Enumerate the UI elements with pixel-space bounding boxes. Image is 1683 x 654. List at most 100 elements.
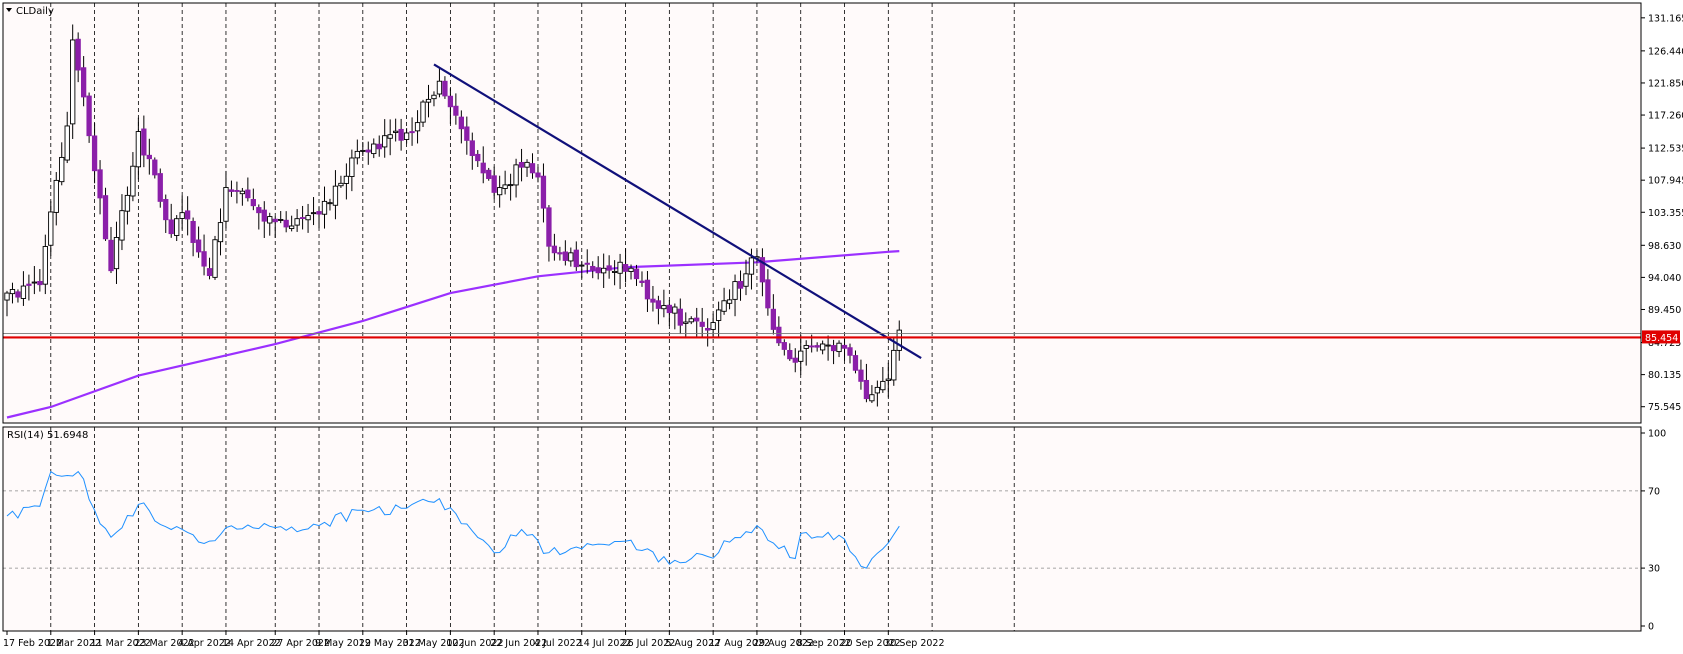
candle-body-down — [655, 300, 662, 309]
candle-body-down — [469, 140, 475, 156]
price-tag-text: 85.454 — [1645, 333, 1678, 344]
candle-body-up — [223, 187, 229, 222]
candle-body-down — [475, 153, 481, 162]
candle-body-up — [288, 225, 295, 229]
candle-body-up — [174, 218, 180, 236]
candle-body-down — [398, 128, 404, 141]
candle-body-down — [535, 172, 541, 178]
candle-body-down — [163, 199, 169, 221]
candle-body-up — [393, 130, 399, 133]
candle-body-up — [278, 218, 284, 221]
candle-body-down — [677, 308, 683, 326]
rsi-pane-area — [3, 427, 1641, 631]
candle-body-up — [825, 344, 831, 347]
candle-body-up — [819, 343, 826, 351]
candle-body-down — [518, 161, 525, 168]
candle-body-up — [721, 300, 727, 312]
rsi-tick-label: 70 — [1648, 486, 1660, 497]
candle-body-up — [661, 305, 667, 310]
candle-body-down — [776, 326, 782, 344]
y-tick-label: 131.165 — [1648, 13, 1683, 24]
candle-body-up — [48, 211, 54, 246]
candle-body-down — [792, 357, 798, 363]
candle — [102, 187, 109, 241]
candle-body-up — [343, 175, 350, 184]
y-tick-label: 103.355 — [1648, 208, 1683, 219]
candle-body-down — [168, 219, 174, 235]
rsi-tick-label: 30 — [1648, 564, 1660, 575]
price-chart[interactable]: 131.165 126.440 121.850 117.260 112.535 107.9… — [0, 0, 1683, 654]
candle — [486, 167, 492, 181]
candle-body-down — [146, 154, 152, 160]
candle-body-up — [119, 210, 125, 241]
candle-body-up — [683, 321, 689, 324]
candle — [86, 92, 92, 143]
candle-body-down — [447, 95, 454, 108]
candle-body-up — [579, 264, 585, 267]
candle-body-up — [31, 281, 38, 284]
candle-body-down — [250, 199, 256, 207]
candle-body-down — [809, 345, 815, 348]
candle-body-down — [108, 239, 114, 272]
candle-body-up — [617, 261, 623, 274]
candle-body-down — [91, 135, 98, 172]
candle-body-up — [507, 184, 514, 187]
candle-body-up — [524, 161, 530, 168]
candle-body-up — [338, 182, 344, 187]
candle-body-up — [743, 273, 749, 287]
candle-body-down — [486, 169, 492, 179]
candle-body-down — [814, 345, 820, 348]
candle-body-down — [272, 218, 278, 223]
candle-body-down — [409, 131, 415, 134]
candle-body-up — [628, 267, 634, 272]
chart-title: CLDaily — [16, 6, 54, 17]
price-tag: 85.454 — [1642, 330, 1680, 344]
candle-body-up — [179, 212, 185, 219]
candle-body-down — [705, 327, 711, 331]
candle — [212, 235, 218, 280]
candle-body-up — [321, 200, 328, 215]
candle-body-up — [874, 386, 881, 394]
candle-body-down — [365, 149, 371, 153]
candle-body-up — [9, 289, 16, 295]
candle-body-up — [332, 185, 339, 206]
y-tick-label: 89.450 — [1648, 305, 1681, 316]
candle-body-down — [770, 308, 777, 330]
candle-body-up — [387, 134, 393, 139]
candle-body-down — [201, 251, 207, 267]
candle-body-up — [748, 257, 755, 275]
candle-body-down — [261, 209, 267, 222]
candle-body-up — [732, 281, 738, 300]
candle-body-up — [113, 237, 120, 270]
candle-body-up — [64, 125, 70, 161]
y-tick-label: 98.630 — [1648, 241, 1681, 252]
candle-body-up — [436, 80, 443, 95]
candle-body-down — [841, 344, 848, 349]
candle-body-down — [184, 210, 191, 220]
candle-body-down — [787, 349, 793, 360]
candle-body-down — [699, 321, 705, 327]
y-tick-label: 121.850 — [1648, 78, 1683, 89]
candle-body-up — [294, 218, 300, 226]
candle-body-up — [135, 131, 142, 168]
candle — [157, 168, 163, 208]
candle-body-up — [305, 215, 311, 221]
y-tick-label: 117.260 — [1648, 111, 1683, 122]
x-tick-label: 4 Jul 2022 — [534, 638, 582, 649]
candle-body-up — [42, 246, 48, 285]
candle-body-up — [502, 184, 508, 189]
candle-body-down — [573, 249, 579, 268]
candle-body-up — [672, 306, 678, 314]
candle-body-up — [880, 380, 886, 391]
candle-body-up — [354, 150, 360, 159]
candle-body-down — [847, 347, 853, 356]
x-tick-label: 30 Sep 2022 — [884, 638, 944, 649]
candle-body-down — [666, 304, 673, 314]
candle-body-up — [310, 212, 317, 215]
candle-body-up — [267, 216, 273, 224]
candle-body-up — [885, 378, 891, 381]
candle-body-up — [710, 322, 716, 330]
candle-body-down — [863, 379, 870, 400]
rsi-label: RSI(14) 51.6948 — [7, 430, 88, 441]
candle-body-down — [453, 105, 459, 116]
